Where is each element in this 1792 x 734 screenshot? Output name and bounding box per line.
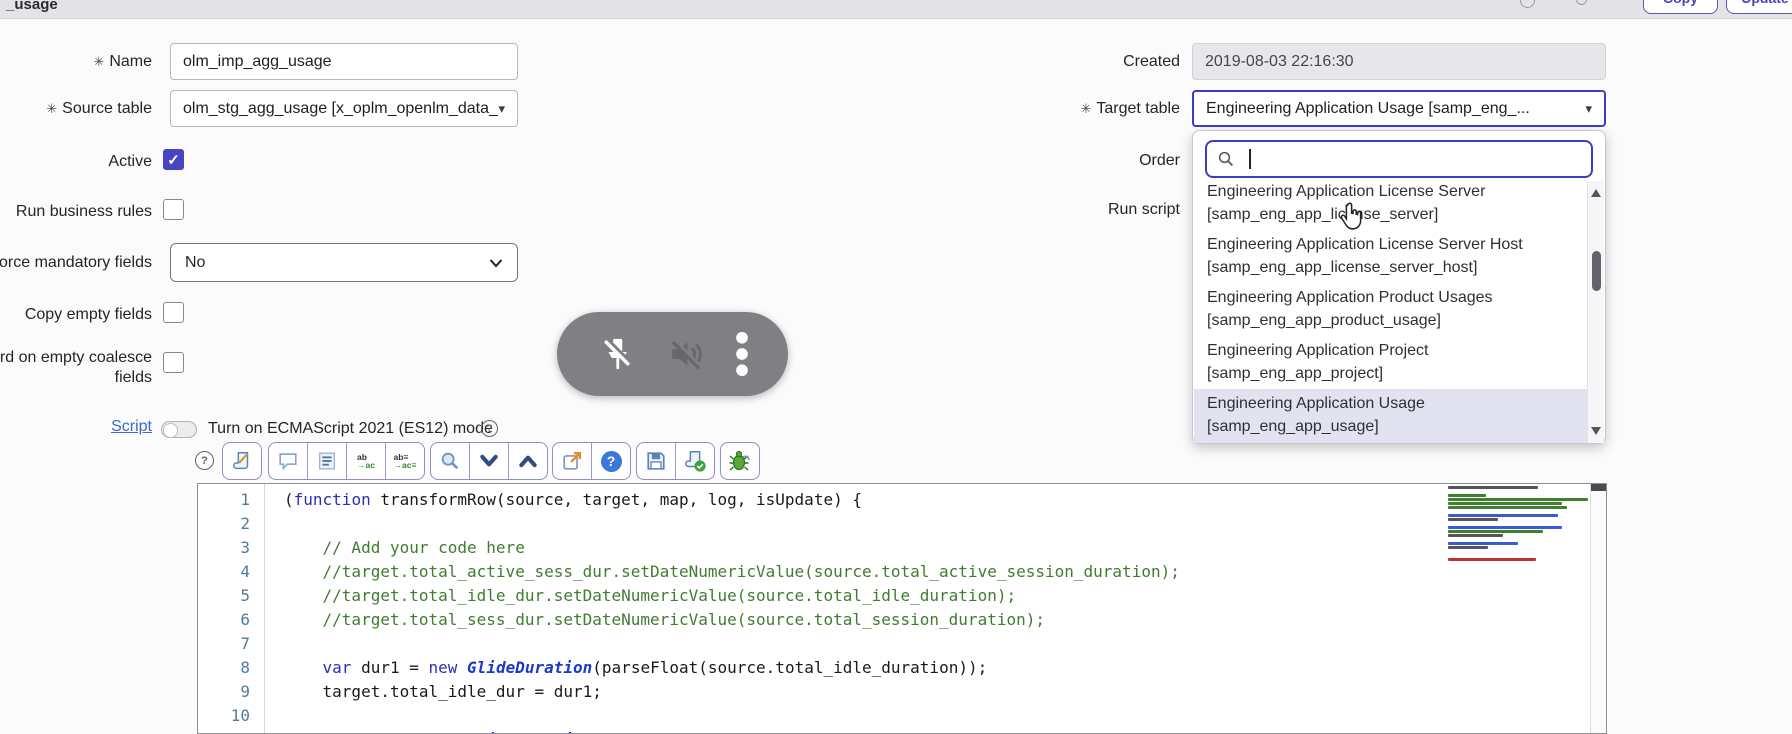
record-on-empty-coalesce-fields-checkbox[interactable] <box>163 352 184 373</box>
dropdown-item[interactable]: Engineering Application Usage [samp_eng_a… <box>1194 389 1587 443</box>
editor-scrollbar-thumb[interactable] <box>1591 484 1606 491</box>
code-line[interactable]: 10 <box>198 704 1606 728</box>
scrollbar-thumb[interactable] <box>1591 251 1601 291</box>
replace-button[interactable]: ab →ac <box>347 443 386 479</box>
copy-empty-fields-checkbox[interactable] <box>163 302 184 323</box>
code-line[interactable]: 3 // Add your code here <box>198 536 1606 560</box>
scroll-up-icon[interactable] <box>1591 189 1601 197</box>
code-line[interactable]: 7 <box>198 632 1606 656</box>
code-line[interactable]: 9 target.total_idle_dur = dur1; <box>198 680 1606 704</box>
copy-empty-fields-label: Copy empty fields <box>24 306 152 323</box>
format-code-button[interactable] <box>223 443 261 479</box>
update-button[interactable]: Update <box>1726 0 1792 14</box>
run-business-rules-label: Run business rules <box>15 203 152 220</box>
mandatory-icon: ✳ <box>46 101 58 116</box>
source-table-label: ✳ Source table <box>46 100 152 117</box>
target-table-dropdown-list: Engineering Application License Server [s… <box>1194 181 1587 443</box>
chevron-down-icon: ▾ <box>498 100 505 116</box>
floating-controls-pill <box>557 312 788 396</box>
code-minimap <box>1448 486 1598 562</box>
enforce-mandatory-fields-select[interactable]: No <box>170 243 518 282</box>
comment-button[interactable] <box>269 443 308 479</box>
source-table-field[interactable]: olm_stg_agg_usage [x_oplm_openlm_data_..… <box>170 90 518 127</box>
code-line[interactable]: 8 var dur1 = new GlideDuration(parseFloa… <box>198 656 1606 680</box>
find-previous-button[interactable] <box>509 443 547 479</box>
editor-help-icon[interactable]: ? <box>195 451 214 470</box>
record-on-empty-coalesce-fields-label: Record on empty coalesce fields <box>0 349 152 386</box>
created-label: Created <box>1123 53 1180 70</box>
copy-button[interactable]: Copy <box>1643 0 1718 14</box>
code-line[interactable]: 2 <box>198 512 1606 536</box>
mandatory-icon: ✳ <box>1080 101 1092 116</box>
search-icon <box>1218 151 1234 167</box>
toggle-knob <box>163 423 178 438</box>
dropdown-scrollbar[interactable] <box>1587 181 1604 443</box>
script-link[interactable]: Script <box>0 418 152 436</box>
target-table-field[interactable]: Engineering Application Usage [samp_eng_… <box>1192 90 1606 127</box>
mouse-cursor-hand <box>1340 202 1362 230</box>
active-label: Active <box>108 153 152 170</box>
page-title: _usage <box>6 0 58 13</box>
search-button[interactable] <box>431 443 470 479</box>
code-line[interactable]: 4 //target.total_active_sess_dur.setDate… <box>198 560 1606 584</box>
active-checkbox[interactable]: ✓ <box>163 149 184 170</box>
text-caret <box>1249 149 1251 169</box>
name-input[interactable]: olm_imp_agg_usage <box>170 43 518 80</box>
syntax-check-button[interactable] <box>676 443 714 479</box>
format-document-button[interactable] <box>308 443 347 479</box>
code-line[interactable]: 11 var dur2 = new GlideDuration(parseFlo… <box>198 728 1606 733</box>
mandatory-icon: ✳ <box>93 54 105 69</box>
run-script-label: Run script <box>1107 201 1180 218</box>
dropdown-item[interactable]: Engineering Application License Server H… <box>1194 230 1587 283</box>
created-field: 2019-08-03 22:16:30 <box>1192 43 1606 80</box>
order-label: Order <box>1139 152 1180 169</box>
replace-all-button[interactable]: ab≡ →ac≡ <box>386 443 424 479</box>
dropdown-item[interactable]: Engineering Application Project [samp_eng… <box>1194 336 1587 389</box>
more-options-icon[interactable] <box>735 331 749 377</box>
script-code-editor[interactable]: 1 (function transformRow(source, target, … <box>197 483 1607 734</box>
code-lines: 1 (function transformRow(source, target, … <box>198 488 1606 733</box>
code-line[interactable]: 6 //target.total_sess_dur.setDateNumeric… <box>198 608 1606 632</box>
pin-off-icon[interactable] <box>596 333 638 375</box>
editor-scrollbar[interactable] <box>1590 484 1606 733</box>
run-business-rules-checkbox[interactable] <box>163 199 184 220</box>
chevron-down-icon: ▾ <box>1585 100 1592 116</box>
code-line[interactable]: 1 (function transformRow(source, target, … <box>198 488 1606 512</box>
scroll-down-icon[interactable] <box>1591 427 1601 435</box>
ecmascript-toggle-label: Turn on ECMAScript 2021 (ES12) mode <box>208 420 493 437</box>
target-table-dropdown: Engineering Application License Server [s… <box>1192 130 1606 444</box>
save-button[interactable] <box>637 443 676 479</box>
target-table-label: ✳ Target table <box>1080 100 1180 117</box>
enforce-mandatory-fields-label: Enforce mandatory fields <box>0 254 152 271</box>
transform-map-form-page: _usage Copy Update ✳Name olm_imp_agg_usa… <box>0 0 1792 734</box>
debug-button[interactable] <box>721 443 759 479</box>
chevron-down-icon <box>489 258 503 267</box>
audio-off-icon[interactable] <box>664 332 708 376</box>
editor-help-button[interactable]: ? <box>592 443 630 479</box>
find-next-button[interactable] <box>470 443 509 479</box>
help-icon[interactable]: ? <box>481 420 498 437</box>
code-line[interactable]: 5 //target.total_idle_dur.setDateNumeric… <box>198 584 1606 608</box>
dropdown-item[interactable]: Engineering Application Product Usages [s… <box>1194 283 1587 336</box>
name-label: ✳ Name <box>93 53 152 70</box>
dropdown-item[interactable]: Engineering Application License Server [s… <box>1194 181 1587 230</box>
open-in-new-window-button[interactable] <box>553 443 592 479</box>
dropdown-search-input[interactable] <box>1205 140 1593 178</box>
ecmascript-toggle[interactable] <box>161 421 197 438</box>
